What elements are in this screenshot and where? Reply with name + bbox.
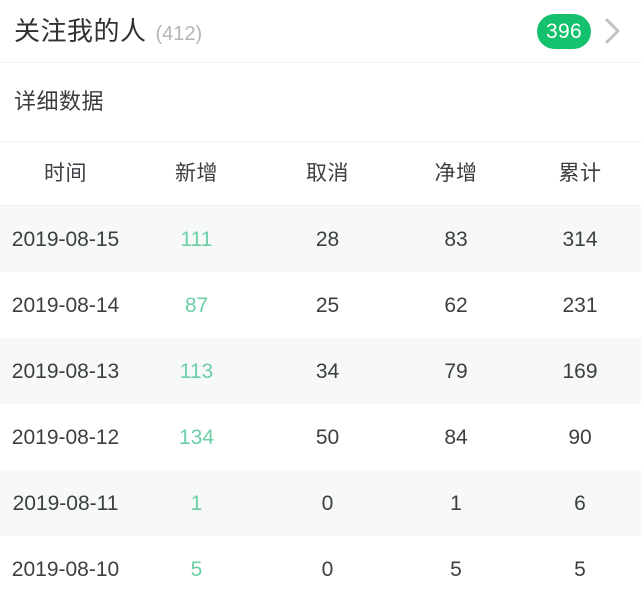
cell-net: 62 bbox=[444, 293, 468, 317]
cell-date: 2019-08-15 bbox=[11, 227, 120, 251]
cell-net: 5 bbox=[450, 557, 462, 581]
table-row: 2019-08-10 5 0 5 5 bbox=[0, 536, 641, 602]
cell-total: 314 bbox=[562, 227, 598, 251]
cell-total: 231 bbox=[562, 293, 598, 317]
detail-data-table: 时间 新增 取消 净增 累计 2019-08-15 111 28 83 314 … bbox=[0, 142, 641, 602]
cell-total: 90 bbox=[568, 425, 592, 449]
header-title-group: 关注我的人 (412) bbox=[14, 18, 537, 44]
chevron-right-icon[interactable] bbox=[599, 14, 627, 49]
table-row: 2019-08-14 87 25 62 231 bbox=[0, 272, 641, 338]
table-row: 2019-08-12 134 50 84 90 bbox=[0, 404, 641, 470]
page-root: 关注我的人 (412) 396 详细数据 时间 新增 取消 净增 累计 2019… bbox=[0, 0, 641, 602]
cell-cancel: 50 bbox=[315, 425, 340, 449]
cell-net: 84 bbox=[444, 425, 468, 449]
column-header-total: 累计 bbox=[558, 162, 602, 185]
cell-net: 83 bbox=[444, 227, 468, 251]
cell-date: 2019-08-12 bbox=[11, 425, 120, 449]
cell-cancel: 0 bbox=[321, 557, 334, 581]
column-header-cancel: 取消 bbox=[306, 162, 349, 185]
cell-date: 2019-08-10 bbox=[11, 557, 120, 581]
section-title: 详细数据 bbox=[14, 89, 105, 114]
table-header-row: 时间 新增 取消 净增 累计 bbox=[0, 142, 641, 206]
status-badge: 396 bbox=[537, 13, 591, 49]
cell-new: 113 bbox=[179, 359, 214, 383]
cell-new: 5 bbox=[190, 557, 203, 581]
cell-new: 111 bbox=[180, 227, 213, 251]
page-title: 关注我的人 bbox=[14, 16, 147, 46]
cell-new: 87 bbox=[184, 293, 209, 317]
column-header-date: 时间 bbox=[44, 162, 87, 185]
cell-cancel: 0 bbox=[321, 491, 334, 515]
table-row: 2019-08-13 113 34 79 169 bbox=[0, 338, 641, 404]
cell-cancel: 34 bbox=[315, 359, 340, 383]
cell-net: 79 bbox=[444, 359, 468, 383]
table-row: 2019-08-15 111 28 83 314 bbox=[0, 206, 641, 272]
followers-header-bar[interactable]: 关注我的人 (412) 396 bbox=[0, 0, 641, 63]
cell-total: 6 bbox=[574, 491, 586, 515]
column-header-net: 净增 bbox=[434, 162, 478, 185]
cell-date: 2019-08-14 bbox=[11, 293, 120, 317]
cell-new: 1 bbox=[190, 491, 203, 515]
cell-cancel: 28 bbox=[315, 227, 340, 251]
cell-new: 134 bbox=[178, 425, 215, 449]
cell-net: 1 bbox=[450, 491, 462, 515]
cell-date: 2019-08-11 bbox=[12, 491, 119, 515]
header-actions: 396 bbox=[537, 13, 627, 49]
cell-total: 5 bbox=[574, 557, 586, 581]
cell-total: 169 bbox=[562, 359, 598, 383]
column-header-new: 新增 bbox=[175, 162, 218, 185]
follower-total-count: (412) bbox=[155, 23, 203, 45]
cell-cancel: 25 bbox=[315, 293, 340, 317]
cell-date: 2019-08-13 bbox=[11, 359, 120, 383]
table-row: 2019-08-11 1 0 1 6 bbox=[0, 470, 641, 536]
detail-data-section-header: 详细数据 bbox=[0, 63, 641, 142]
